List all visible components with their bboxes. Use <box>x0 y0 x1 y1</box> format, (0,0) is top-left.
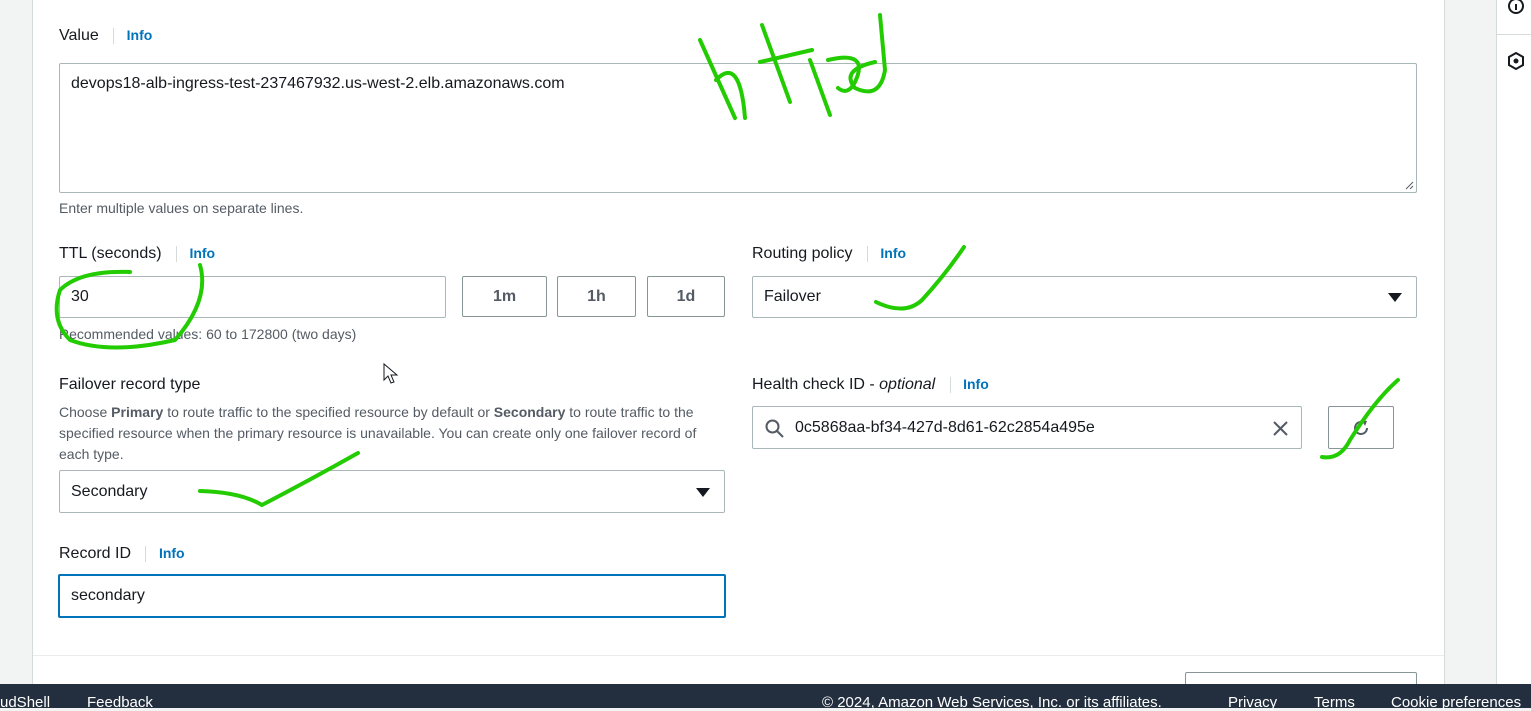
terms-link[interactable]: Terms <box>1314 694 1355 711</box>
caret-down-icon <box>1388 293 1402 302</box>
footer-bar: udShell Feedback © 2024, Amazon Web Serv… <box>0 684 1531 711</box>
feedback-link[interactable]: Feedback <box>87 694 153 711</box>
ttl-label: TTL (seconds) <box>59 245 162 262</box>
divider <box>113 27 115 44</box>
health-check-label: Health check ID - <box>752 376 880 393</box>
ttl-1h-button[interactable]: 1h <box>557 276 636 317</box>
record-id-label: Record ID <box>59 545 132 562</box>
optional-label: optional <box>879 376 936 393</box>
record-id-info-link[interactable]: Info <box>159 545 185 561</box>
value-textarea[interactable]: devops18-alb-ingress-test-237467932.us-w… <box>59 63 1417 193</box>
failover-type-select[interactable]: Secondary <box>59 470 725 513</box>
routing-label-row: Routing policy Info <box>752 245 906 263</box>
record-id-value: secondary <box>71 587 145 604</box>
cookie-preferences-link[interactable]: Cookie preferences <box>1391 694 1521 711</box>
resize-handle-icon[interactable] <box>1404 180 1414 190</box>
divider <box>176 245 177 262</box>
caret-down-icon <box>696 487 710 497</box>
right-tools-bar <box>1496 0 1531 684</box>
ttl-label-row: TTL (seconds) Info <box>59 245 215 263</box>
privacy-link[interactable]: Privacy <box>1228 694 1277 711</box>
settings-icon[interactable] <box>1507 52 1525 70</box>
ttl-1m-button[interactable]: 1m <box>462 276 547 317</box>
divider <box>145 545 147 562</box>
ttl-hint: Recommended values: 60 to 172800 (two da… <box>59 326 357 342</box>
ttl-info-link[interactable]: Info <box>189 245 215 261</box>
divider <box>866 245 868 262</box>
failover-type-value: Secondary <box>71 482 148 500</box>
health-check-info-link[interactable]: Info <box>963 376 989 392</box>
mouse-cursor-icon <box>383 362 399 384</box>
value-label: Value <box>59 27 99 44</box>
ttl-1d-button[interactable]: 1d <box>647 276 725 317</box>
routing-info-link[interactable]: Info <box>880 245 906 261</box>
divider <box>33 655 1444 656</box>
refresh-icon <box>1354 419 1368 435</box>
health-check-search-input[interactable]: 0c5868aa-bf34-427d-8d61-62c2854a495e <box>752 406 1302 449</box>
ttl-input[interactable]: 30 <box>59 276 446 318</box>
refresh-button[interactable] <box>1328 406 1394 449</box>
cloudshell-link[interactable]: udShell <box>0 694 50 711</box>
value-hint: Enter multiple values on separate lines. <box>59 200 304 216</box>
failover-type-description: Choose Primary to route traffic to the s… <box>59 404 697 462</box>
health-check-value: 0c5868aa-bf34-427d-8d61-62c2854a495e <box>795 418 1095 436</box>
divider <box>1497 34 1531 35</box>
routing-policy-select[interactable]: Failover <box>752 276 1417 318</box>
divider <box>949 376 951 393</box>
clear-icon[interactable] <box>1272 420 1289 437</box>
record-id-label-row: Record ID Info <box>59 545 185 563</box>
copyright-text: © 2024, Amazon Web Services, Inc. or its… <box>822 694 1162 711</box>
failover-type-label: Failover record type <box>59 376 201 393</box>
health-check-label-row: Health check ID - optional Info <box>752 376 989 394</box>
routing-policy-value: Failover <box>764 288 821 305</box>
value-text: devops18-alb-ingress-test-237467932.us-w… <box>71 75 565 92</box>
value-label-row: Value Info <box>59 27 152 45</box>
routing-policy-label: Routing policy <box>752 245 853 262</box>
value-info-link[interactable]: Info <box>127 27 153 43</box>
ttl-value: 30 <box>71 288 89 305</box>
info-icon[interactable] <box>1507 0 1525 16</box>
record-id-input[interactable]: secondary <box>58 574 726 618</box>
search-icon <box>765 419 784 438</box>
